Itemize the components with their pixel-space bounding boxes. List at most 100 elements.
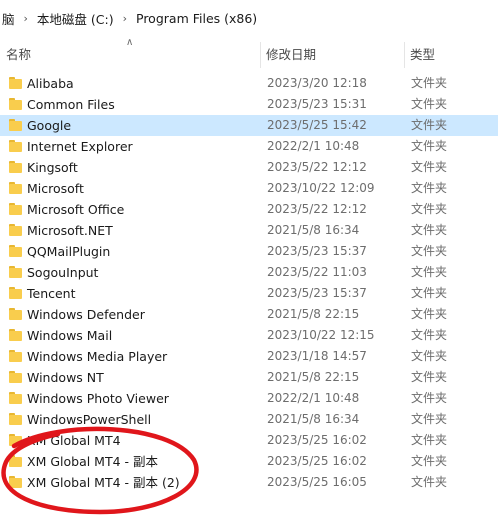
file-modified-date: 2021/5/8 22:15 bbox=[267, 307, 360, 321]
file-row[interactable]: Kingsoft 2023/5/22 12:12 文件夹 bbox=[0, 157, 498, 178]
file-modified-date: 2023/10/22 12:15 bbox=[267, 328, 375, 342]
file-type: 文件夹 bbox=[411, 286, 448, 300]
folder-icon bbox=[9, 287, 22, 299]
file-type: 文件夹 bbox=[411, 412, 448, 426]
file-modified-date: 2023/5/25 16:02 bbox=[267, 454, 367, 468]
file-name[interactable]: Microsoft.NET bbox=[27, 222, 113, 239]
folder-icon bbox=[9, 203, 22, 215]
file-name[interactable]: SogouInput bbox=[27, 264, 98, 281]
file-name[interactable]: XM Global MT4 bbox=[27, 432, 121, 449]
file-name[interactable]: Windows Photo Viewer bbox=[27, 390, 169, 407]
file-modified-date: 2023/3/20 12:18 bbox=[267, 76, 367, 90]
file-type: 文件夹 bbox=[411, 181, 448, 195]
file-row[interactable]: Google 2023/5/25 15:42 文件夹 bbox=[0, 115, 498, 136]
file-type: 文件夹 bbox=[411, 97, 448, 111]
file-modified-date: 2021/5/8 22:15 bbox=[267, 370, 360, 384]
file-type: 文件夹 bbox=[411, 454, 448, 468]
file-modified-date: 2023/5/25 16:02 bbox=[267, 433, 367, 447]
folder-icon bbox=[9, 329, 22, 341]
file-row[interactable]: XM Global MT4 - 副本 2023/5/25 16:02 文件夹 bbox=[0, 451, 498, 472]
column-divider[interactable] bbox=[260, 42, 261, 68]
file-row[interactable]: Microsoft.NET 2021/5/8 16:34 文件夹 bbox=[0, 220, 498, 241]
file-name[interactable]: Windows NT bbox=[27, 369, 104, 386]
file-row[interactable]: Microsoft 2023/10/22 12:09 文件夹 bbox=[0, 178, 498, 199]
column-divider[interactable] bbox=[404, 42, 405, 68]
sort-ascending-icon: ∧ bbox=[126, 37, 134, 48]
file-name[interactable]: WindowsPowerShell bbox=[27, 411, 151, 428]
file-name[interactable]: Alibaba bbox=[27, 75, 74, 92]
file-modified-date: 2023/5/22 12:12 bbox=[267, 160, 367, 174]
folder-icon bbox=[9, 182, 22, 194]
file-name[interactable]: Windows Defender bbox=[27, 306, 145, 323]
file-modified-date: 2023/5/23 15:37 bbox=[267, 286, 367, 300]
file-modified-date: 2023/5/25 15:42 bbox=[267, 118, 367, 132]
file-type: 文件夹 bbox=[411, 370, 448, 384]
file-name[interactable]: Internet Explorer bbox=[27, 138, 133, 155]
file-modified-date: 2023/5/23 15:31 bbox=[267, 97, 367, 111]
folder-icon bbox=[9, 455, 22, 467]
folder-icon bbox=[9, 161, 22, 173]
file-type: 文件夹 bbox=[411, 307, 448, 321]
file-row[interactable]: WindowsPowerShell 2021/5/8 16:34 文件夹 bbox=[0, 409, 498, 430]
folder-icon bbox=[9, 140, 22, 152]
file-row[interactable]: Common Files 2023/5/23 15:31 文件夹 bbox=[0, 94, 498, 115]
file-row[interactable]: Windows NT 2021/5/8 22:15 文件夹 bbox=[0, 367, 498, 388]
folder-icon bbox=[9, 392, 22, 404]
file-row[interactable]: Internet Explorer 2022/2/1 10:48 文件夹 bbox=[0, 136, 498, 157]
file-row[interactable]: Microsoft Office 2023/5/22 12:12 文件夹 bbox=[0, 199, 498, 220]
file-name[interactable]: Tencent bbox=[27, 285, 76, 302]
file-type: 文件夹 bbox=[411, 475, 448, 489]
file-row[interactable]: Alibaba 2023/3/20 12:18 文件夹 bbox=[0, 73, 498, 94]
file-modified-date: 2023/5/22 11:03 bbox=[267, 265, 367, 279]
column-header-type[interactable]: 类型 bbox=[410, 45, 435, 65]
file-modified-date: 2023/5/23 15:37 bbox=[267, 244, 367, 258]
column-header-date[interactable]: 修改日期 bbox=[266, 45, 316, 65]
file-name[interactable]: Google bbox=[27, 117, 71, 134]
file-type: 文件夹 bbox=[411, 76, 448, 90]
breadcrumb-item-pc[interactable]: 脑 bbox=[2, 9, 15, 28]
file-row[interactable]: Windows Photo Viewer 2022/2/1 10:48 文件夹 bbox=[0, 388, 498, 409]
file-row[interactable]: Tencent 2023/5/23 15:37 文件夹 bbox=[0, 283, 498, 304]
file-name[interactable]: Microsoft Office bbox=[27, 201, 124, 218]
file-modified-date: 2022/2/1 10:48 bbox=[267, 391, 360, 405]
file-list: Alibaba 2023/3/20 12:18 文件夹 Common Files 202… bbox=[0, 73, 498, 493]
breadcrumb: 脑 › 本地磁盘 (C:) › Program Files (x86) bbox=[0, 0, 498, 36]
file-modified-date: 2022/2/1 10:48 bbox=[267, 139, 360, 153]
file-type: 文件夹 bbox=[411, 223, 448, 237]
file-name[interactable]: Kingsoft bbox=[27, 159, 78, 176]
file-name[interactable]: XM Global MT4 - 副本 bbox=[27, 453, 158, 470]
file-name[interactable]: Microsoft bbox=[27, 180, 84, 197]
chevron-right-icon[interactable]: › bbox=[123, 12, 127, 25]
file-row[interactable]: Windows Mail 2023/10/22 12:15 文件夹 bbox=[0, 325, 498, 346]
file-row[interactable]: SogouInput 2023/5/22 11:03 文件夹 bbox=[0, 262, 498, 283]
file-row[interactable]: Windows Media Player 2023/1/18 14:57 文件夹 bbox=[0, 346, 498, 367]
folder-icon bbox=[9, 119, 22, 131]
column-header-name[interactable]: 名称 bbox=[6, 45, 31, 65]
file-name[interactable]: Common Files bbox=[27, 96, 115, 113]
file-modified-date: 2023/1/18 14:57 bbox=[267, 349, 367, 363]
file-type: 文件夹 bbox=[411, 265, 448, 279]
chevron-right-icon[interactable]: › bbox=[24, 12, 28, 25]
file-modified-date: 2023/5/22 12:12 bbox=[267, 202, 367, 216]
file-name[interactable]: QQMailPlugin bbox=[27, 243, 110, 260]
file-type: 文件夹 bbox=[411, 118, 448, 132]
file-type: 文件夹 bbox=[411, 139, 448, 153]
folder-icon bbox=[9, 98, 22, 110]
file-name[interactable]: XM Global MT4 - 副本 (2) bbox=[27, 474, 180, 491]
file-type: 文件夹 bbox=[411, 349, 448, 363]
folder-icon bbox=[9, 245, 22, 257]
file-name[interactable]: Windows Mail bbox=[27, 327, 112, 344]
file-modified-date: 2021/5/8 16:34 bbox=[267, 412, 360, 426]
file-type: 文件夹 bbox=[411, 328, 448, 342]
file-row[interactable]: QQMailPlugin 2023/5/23 15:37 文件夹 bbox=[0, 241, 498, 262]
file-type: 文件夹 bbox=[411, 202, 448, 216]
column-header-row: ∧ 名称 修改日期 类型 bbox=[0, 38, 498, 70]
file-row[interactable]: XM Global MT4 2023/5/25 16:02 文件夹 bbox=[0, 430, 498, 451]
file-name[interactable]: Windows Media Player bbox=[27, 348, 167, 365]
file-row[interactable]: XM Global MT4 - 副本 (2) 2023/5/25 16:05 文件夹 bbox=[0, 472, 498, 493]
breadcrumb-item-drive-c[interactable]: 本地磁盘 (C:) bbox=[37, 9, 114, 28]
folder-icon bbox=[9, 266, 22, 278]
folder-icon bbox=[9, 308, 22, 320]
breadcrumb-item-program-files-x86[interactable]: Program Files (x86) bbox=[136, 11, 257, 26]
file-row[interactable]: Windows Defender 2021/5/8 22:15 文件夹 bbox=[0, 304, 498, 325]
